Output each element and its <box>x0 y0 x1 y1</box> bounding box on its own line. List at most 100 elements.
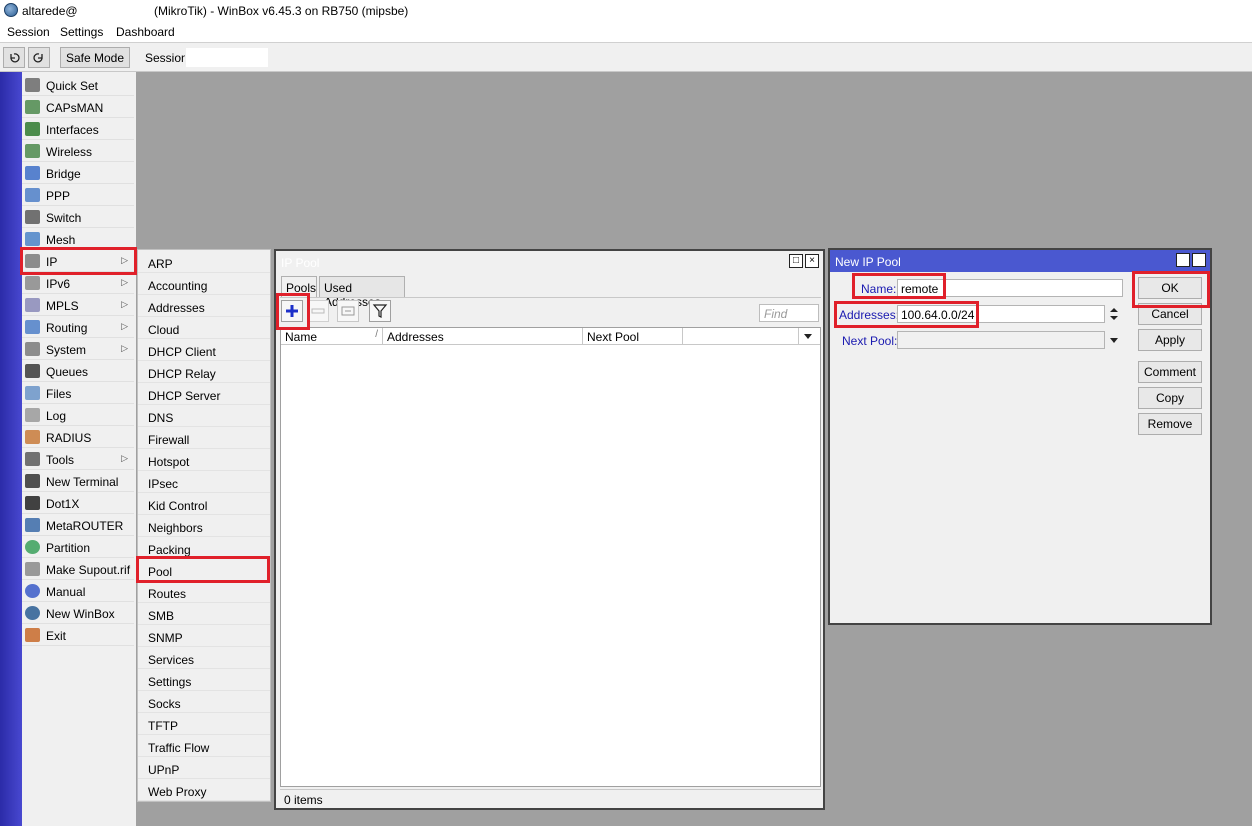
sidebar-item-interfaces[interactable]: Interfaces <box>22 118 134 140</box>
menu-session[interactable]: Session <box>7 25 50 39</box>
sidebar-item-capsman[interactable]: CAPsMAN <box>22 96 134 118</box>
sidebar-brand-bar <box>0 72 22 826</box>
sidebar-item-bridge[interactable]: Bridge <box>22 162 134 184</box>
ok-button[interactable]: OK <box>1138 277 1202 299</box>
sidebar-item-new-terminal[interactable]: New Terminal <box>22 470 134 492</box>
submenu-item-services[interactable]: Services <box>138 647 270 669</box>
sidebar-item-ppp[interactable]: PPP <box>22 184 134 206</box>
sidebar-item-wireless[interactable]: Wireless <box>22 140 134 162</box>
submenu-item-pool[interactable]: Pool <box>138 559 270 581</box>
submenu-item-dns[interactable]: DNS <box>138 405 270 427</box>
toolbar: Safe Mode Session: <box>0 42 1252 72</box>
sidebar-item-exit[interactable]: Exit <box>22 624 134 646</box>
sidebar-item-dot1x[interactable]: Dot1X <box>22 492 134 514</box>
redo-button[interactable] <box>28 47 50 68</box>
column-header-addresses[interactable]: Addresses <box>383 328 583 345</box>
submenu-item-socks[interactable]: Socks <box>138 691 270 713</box>
submenu-item-traffic-flow[interactable]: Traffic Flow <box>138 735 270 757</box>
column-chooser-dropdown[interactable] <box>799 328 820 345</box>
up-down-arrows-icon[interactable] <box>1109 307 1119 321</box>
comment-button[interactable] <box>337 300 359 322</box>
submenu-item-neighbors[interactable]: Neighbors <box>138 515 270 537</box>
remove-button[interactable]: Remove <box>1138 413 1202 435</box>
menu-settings[interactable]: Settings <box>60 25 103 39</box>
find-input[interactable]: Find <box>759 304 819 322</box>
sidebar-item-mesh[interactable]: Mesh <box>22 228 134 250</box>
sidebar-item-quick-set[interactable]: Quick Set <box>22 74 134 96</box>
submenu-item-dhcp-client[interactable]: DHCP Client <box>138 339 270 361</box>
sidebar-item-metarouter[interactable]: MetaROUTER <box>22 514 134 536</box>
addresses-label: Addresses: <box>839 308 900 322</box>
close-button[interactable]: × <box>1192 253 1206 267</box>
add-button[interactable] <box>281 300 303 322</box>
submenu-item-firewall[interactable]: Firewall <box>138 427 270 449</box>
sidebar-item-routing[interactable]: Routing ▷ <box>22 316 134 338</box>
sidebar-item-queues[interactable]: Queues <box>22 360 134 382</box>
submenu-item-settings[interactable]: Settings <box>138 669 270 691</box>
submenu-item-label: Neighbors <box>148 521 203 535</box>
sidebar-item-partition[interactable]: Partition <box>22 536 134 558</box>
tab-used-addresses[interactable]: Used Addresses <box>319 276 405 309</box>
column-header-name[interactable]: Name / <box>281 328 383 345</box>
filter-button[interactable] <box>369 300 391 322</box>
sidebar-item-files[interactable]: Files <box>22 382 134 404</box>
tab-pools[interactable]: Pools <box>281 276 317 297</box>
submenu-item-dhcp-relay[interactable]: DHCP Relay <box>138 361 270 383</box>
chevron-down-icon[interactable] <box>1109 335 1119 345</box>
sidebar-item-make-supout-rif[interactable]: Make Supout.rif <box>22 558 134 580</box>
sidebar-item-system[interactable]: System ▷ <box>22 338 134 360</box>
undo-button[interactable] <box>3 47 25 68</box>
maximize-button[interactable]: □ <box>1176 253 1190 267</box>
submenu-item-snmp[interactable]: SNMP <box>138 625 270 647</box>
submenu-item-ipsec[interactable]: IPsec <box>138 471 270 493</box>
submenu-item-hotspot[interactable]: Hotspot <box>138 449 270 471</box>
submenu-item-dhcp-server[interactable]: DHCP Server <box>138 383 270 405</box>
submenu-item-cloud[interactable]: Cloud <box>138 317 270 339</box>
sidebar-item-new-winbox[interactable]: New WinBox <box>22 602 134 624</box>
submenu-item-routes[interactable]: Routes <box>138 581 270 603</box>
sidebar-item-ipv6[interactable]: IPv6 ▷ <box>22 272 134 294</box>
submenu-item-kid-control[interactable]: Kid Control <box>138 493 270 515</box>
submenu-item-label: DNS <box>148 411 174 425</box>
copy-button[interactable]: Copy <box>1138 387 1202 409</box>
submenu-item-addresses[interactable]: Addresses <box>138 295 270 317</box>
comment-icon <box>341 306 355 316</box>
cancel-button[interactable]: Cancel <box>1138 303 1202 325</box>
ipv6-icon <box>25 276 40 290</box>
addresses-field[interactable]: 100.64.0.0/24 <box>897 305 1105 323</box>
sidebar-item-switch[interactable]: Switch <box>22 206 134 228</box>
sidebar-item-label: PPP <box>46 189 71 203</box>
sidebar-item-tools[interactable]: Tools ▷ <box>22 448 134 470</box>
submenu-item-label: Addresses <box>148 301 205 315</box>
submenu-item-packing[interactable]: Packing <box>138 537 270 559</box>
sidebar-item-label: Bridge <box>46 167 81 181</box>
close-button[interactable]: × <box>805 254 819 268</box>
sidebar-item-label: New Terminal <box>46 475 119 489</box>
column-header-next-pool[interactable]: Next Pool <box>583 328 683 345</box>
submenu-item-web-proxy[interactable]: Web Proxy <box>138 779 270 801</box>
apply-button[interactable]: Apply <box>1138 329 1202 351</box>
maximize-button[interactable]: □ <box>789 254 803 268</box>
next-pool-select[interactable] <box>897 331 1105 349</box>
comment-button[interactable]: Comment <box>1138 361 1202 383</box>
mpls-icon <box>25 298 40 312</box>
submenu-item-tftp[interactable]: TFTP <box>138 713 270 735</box>
sidebar-menu: Quick Set CAPsMAN Interfaces Wireless Bridge… <box>22 72 136 826</box>
submenu-item-arp[interactable]: ARP <box>138 251 270 273</box>
sidebar-item-radius[interactable]: RADIUS <box>22 426 134 448</box>
sidebar-item-log[interactable]: Log <box>22 404 134 426</box>
name-field[interactable]: remote <box>897 279 1123 297</box>
remove-button[interactable] <box>307 300 329 322</box>
session-input[interactable] <box>185 47 269 68</box>
sidebar-item-mpls[interactable]: MPLS ▷ <box>22 294 134 316</box>
submenu-item-upnp[interactable]: UPnP <box>138 757 270 779</box>
ppp-icon <box>25 188 40 202</box>
sidebar-item-ip[interactable]: IP ▷ <box>22 250 134 272</box>
menu-dashboard[interactable]: Dashboard <box>116 25 175 39</box>
safe-mode-button[interactable]: Safe Mode <box>60 47 130 68</box>
sidebar-item-manual[interactable]: Manual <box>22 580 134 602</box>
submenu-item-accounting[interactable]: Accounting <box>138 273 270 295</box>
submenu-arrow-icon: ▷ <box>121 321 128 331</box>
interface-icon <box>25 122 40 136</box>
submenu-item-smb[interactable]: SMB <box>138 603 270 625</box>
